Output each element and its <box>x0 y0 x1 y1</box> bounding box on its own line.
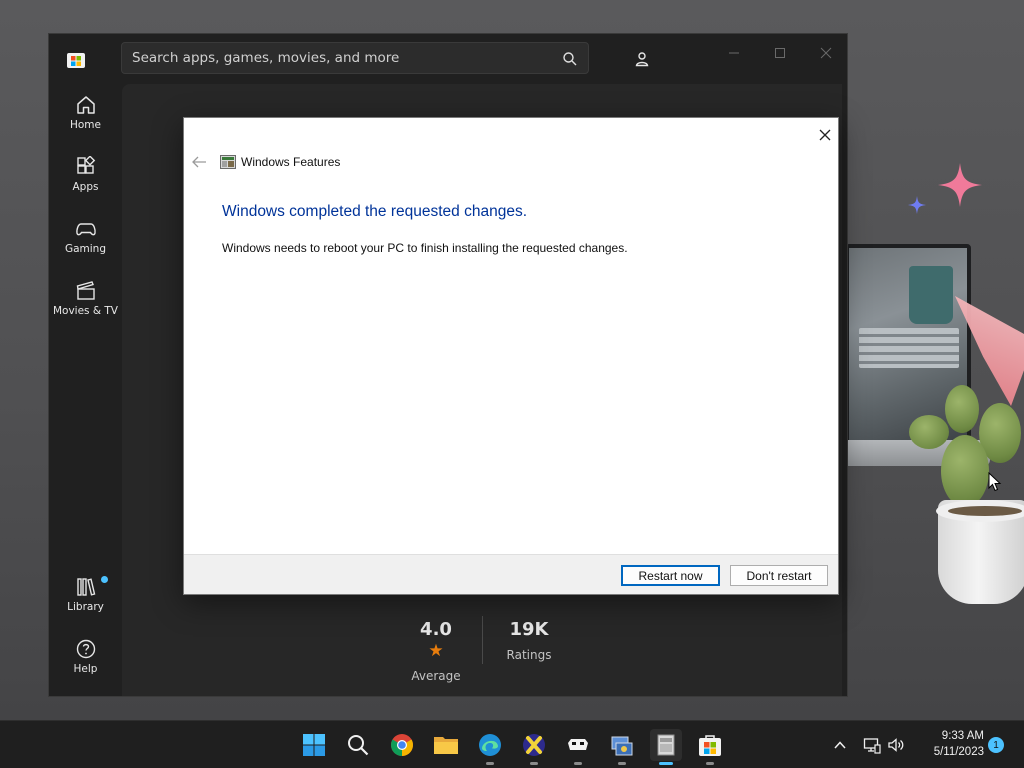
xbox-app-icon <box>523 734 545 756</box>
running-indicator <box>659 762 673 765</box>
dialog-close-button[interactable] <box>814 124 836 146</box>
close-icon <box>819 129 831 141</box>
library-icon <box>76 578 95 596</box>
running-indicator <box>486 762 494 765</box>
apps-icon <box>76 156 95 174</box>
windows-features-icon <box>657 734 675 756</box>
game-app-icon <box>568 739 588 750</box>
chevron-up-icon[interactable] <box>832 737 848 753</box>
microsoft-store-icon <box>699 735 721 756</box>
sidebar-item-label: Home <box>69 119 101 131</box>
taskbar-xbox-app[interactable] <box>518 729 550 765</box>
taskbar-game-app[interactable] <box>562 729 594 765</box>
taskbar-file-explorer[interactable] <box>430 729 462 761</box>
restart-now-button[interactable]: Restart now <box>621 565 720 586</box>
taskbar-control-panel[interactable] <box>606 729 638 765</box>
back-arrow-icon[interactable] <box>191 155 207 169</box>
sidebar-item-gaming[interactable]: Gaming <box>49 218 122 274</box>
store-titlebar <box>49 34 849 84</box>
control-panel-icon <box>611 736 633 756</box>
chrome-icon <box>391 734 413 756</box>
volume-icon[interactable] <box>887 736 905 754</box>
taskbar-edge[interactable] <box>474 729 506 765</box>
taskbar: 9:33 AM 5/11/2023 1 <box>0 720 1024 768</box>
taskbar-start-button[interactable] <box>298 729 330 761</box>
sidebar-item-label: Gaming <box>64 243 107 255</box>
search-icon[interactable] <box>562 51 578 67</box>
close-window-button[interactable] <box>809 40 843 66</box>
user-icon <box>635 52 649 67</box>
taskbar-search-button[interactable] <box>342 729 374 761</box>
sparkle-icon <box>908 196 926 214</box>
maximize-icon <box>775 48 785 58</box>
file-explorer-icon <box>434 737 458 754</box>
running-indicator <box>706 762 714 765</box>
store-sidebar: Home Apps Gaming Movies & TV Library Hel… <box>49 84 122 698</box>
network-icon[interactable] <box>863 736 881 754</box>
notification-badge[interactable]: 1 <box>988 737 1004 753</box>
sidebar-item-apps[interactable]: Apps <box>49 156 122 212</box>
clock-date: 5/11/2023 <box>933 746 984 758</box>
taskbar-chrome[interactable] <box>386 729 418 761</box>
store-search-box[interactable] <box>121 42 589 74</box>
ratings-count-label: Ratings <box>506 648 552 662</box>
sidebar-item-label: Help <box>73 663 98 675</box>
star-icon: ★ <box>428 641 444 661</box>
maximize-button[interactable] <box>763 40 797 66</box>
gamepad-icon <box>75 223 96 236</box>
sidebar-item-home[interactable]: Home <box>49 94 122 150</box>
taskbar-microsoft-store[interactable] <box>694 729 726 765</box>
rating-value: 4.0 <box>420 619 452 640</box>
account-button[interactable] <box>627 44 657 74</box>
search-input[interactable] <box>122 43 552 73</box>
store-logo-icon <box>67 53 85 68</box>
stat-divider <box>482 616 483 664</box>
windows-features-dialog: Windows Features Windows completed the r… <box>183 117 839 595</box>
sidebar-item-label: Apps <box>72 181 99 193</box>
help-icon <box>76 639 95 659</box>
running-indicator <box>574 762 582 765</box>
start-icon <box>303 734 325 756</box>
running-indicator <box>530 762 538 765</box>
running-indicator <box>618 762 626 765</box>
ratings-count-stat: 19K Ratings <box>501 619 557 662</box>
windows-features-icon <box>220 155 236 169</box>
sidebar-item-library[interactable]: Library <box>49 576 122 632</box>
taskbar-clock[interactable]: 9:33 AM 5/11/2023 <box>916 728 984 760</box>
mouse-cursor-icon <box>988 472 1002 492</box>
clock-time: 9:33 AM <box>941 730 984 742</box>
rating-label: Average <box>411 669 461 683</box>
search-icon <box>348 735 369 756</box>
clapperboard-icon <box>76 281 95 300</box>
sparkle-icon <box>938 163 982 207</box>
dont-restart-button[interactable]: Don't restart <box>730 565 828 586</box>
dialog-footer: Restart now Don't restart <box>184 554 838 594</box>
wallpaper-cactus <box>905 385 1024 515</box>
sidebar-item-label: Movies & TV <box>52 305 118 317</box>
sidebar-item-help[interactable]: Help <box>49 638 122 694</box>
wallpaper-pot <box>936 500 1024 604</box>
edge-icon <box>479 734 501 756</box>
sidebar-item-movies-tv[interactable]: Movies & TV <box>49 280 122 336</box>
close-icon <box>820 47 832 59</box>
dialog-message: Windows needs to reboot your PC to finis… <box>222 241 628 255</box>
sidebar-item-label: Library <box>67 601 104 613</box>
minimize-icon <box>729 52 739 54</box>
dialog-heading: Windows completed the requested changes. <box>222 203 528 220</box>
dialog-title: Windows Features <box>241 155 341 169</box>
rating-value-row: 4.0 ★ <box>411 619 461 661</box>
rating-stat: 4.0 ★ Average <box>411 619 461 683</box>
taskbar-windows-features[interactable] <box>650 729 682 765</box>
minimize-button[interactable] <box>717 40 751 66</box>
library-update-badge <box>101 576 108 583</box>
ratings-count-value: 19K <box>509 619 549 640</box>
home-icon <box>76 96 95 114</box>
